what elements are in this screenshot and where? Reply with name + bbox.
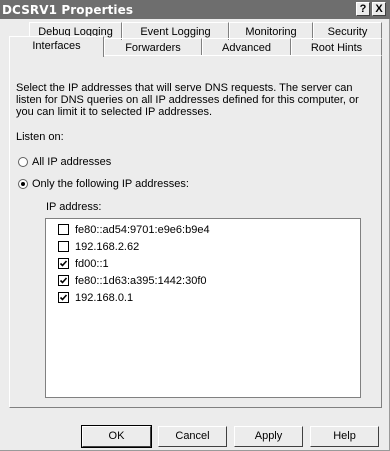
help-icon[interactable]: ? bbox=[356, 2, 370, 16]
ip-address-text: 192.168.0.1 bbox=[75, 292, 134, 304]
ip-address-text: fe80::ad54:9701:e9e6:b9e4 bbox=[75, 224, 210, 236]
checkmark-icon bbox=[59, 294, 68, 301]
cancel-button[interactable]: Cancel bbox=[158, 426, 227, 447]
radio-only-following[interactable] bbox=[18, 179, 28, 189]
ip-address-list[interactable]: fe80::ad54:9701:e9e6:b9e4 192.168.2.62 f… bbox=[45, 218, 361, 398]
ip-checkbox[interactable] bbox=[58, 258, 69, 269]
tab-root-hints[interactable]: Root Hints bbox=[291, 38, 382, 56]
listen-on-label: Listen on: bbox=[16, 131, 64, 143]
tab-forwarders[interactable]: Forwarders bbox=[104, 38, 202, 56]
ip-address-label: IP address: bbox=[46, 201, 102, 213]
tab-interfaces[interactable]: Interfaces bbox=[9, 36, 104, 57]
description-text: Select the IP addresses that will serve … bbox=[16, 82, 359, 118]
ip-checkbox[interactable] bbox=[58, 292, 69, 303]
ok-button[interactable]: OK bbox=[81, 425, 152, 448]
radio-only-following-label[interactable]: Only the following IP addresses: bbox=[32, 178, 189, 190]
apply-button[interactable]: Apply bbox=[234, 426, 303, 447]
radio-all-ip-label[interactable]: All IP addresses bbox=[32, 156, 111, 168]
checkmark-icon bbox=[59, 277, 68, 284]
radio-all-ip[interactable] bbox=[18, 157, 28, 167]
tab-advanced[interactable]: Advanced bbox=[202, 38, 291, 56]
close-icon[interactable]: X bbox=[372, 2, 386, 16]
ip-address-text: fe80::1d63:a395:1442:30f0 bbox=[75, 275, 207, 287]
title-bar[interactable]: DCSRV1 Properties ? X bbox=[0, 0, 390, 19]
help-button[interactable]: Help bbox=[310, 426, 379, 447]
ip-checkbox[interactable] bbox=[58, 241, 69, 252]
window-title: DCSRV1 Properties bbox=[2, 3, 134, 17]
checkmark-icon bbox=[59, 260, 68, 267]
ip-address-text: fd00::1 bbox=[75, 258, 109, 270]
ip-address-text: 192.168.2.62 bbox=[75, 241, 140, 253]
radio-selected-dot bbox=[21, 182, 25, 186]
ip-checkbox[interactable] bbox=[58, 224, 69, 235]
ip-checkbox[interactable] bbox=[58, 275, 69, 286]
properties-dialog: DCSRV1 Properties ? X Debug Logging Even… bbox=[0, 0, 390, 451]
